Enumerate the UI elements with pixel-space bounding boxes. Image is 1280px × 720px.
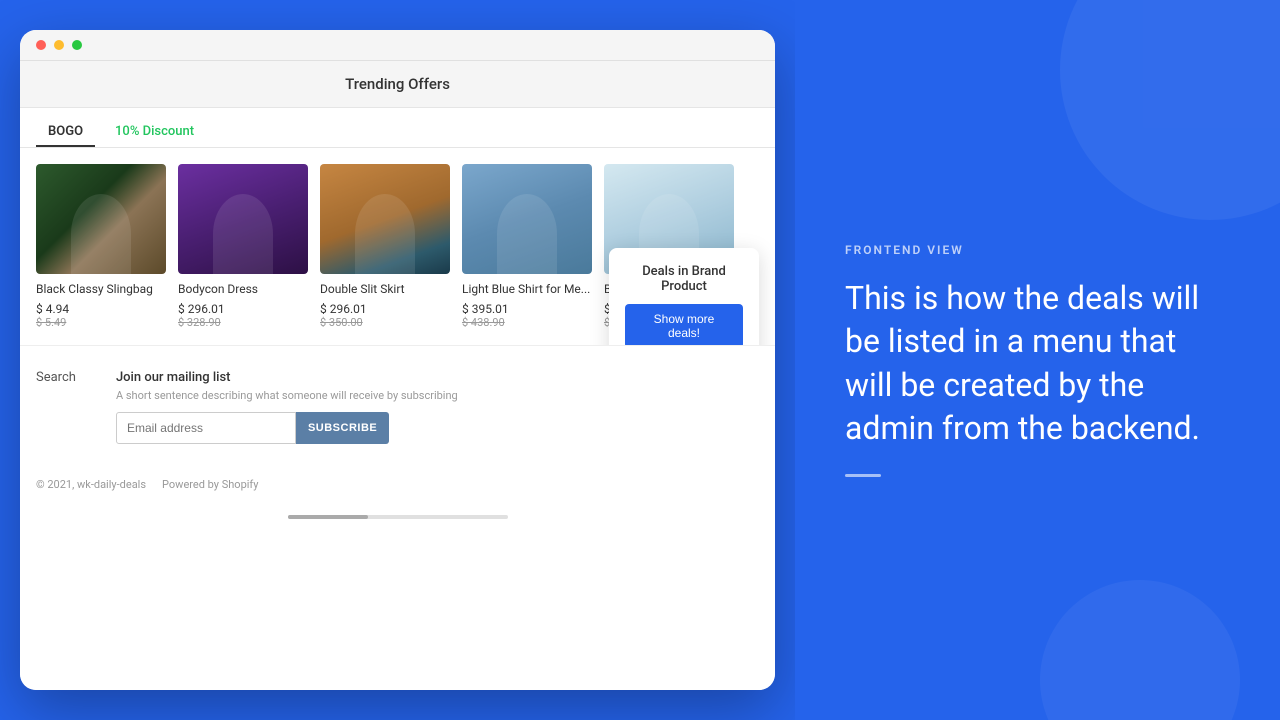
- product-image-2: [178, 164, 308, 274]
- product-image-4: [462, 164, 592, 274]
- tab-bogo[interactable]: BOGO: [36, 118, 95, 147]
- product-name-1: Black Classy Slingbag: [36, 282, 166, 298]
- scroll-indicator: [20, 507, 775, 527]
- popup-card-title: Deals in Brand Product: [625, 264, 743, 294]
- footer-bottom: © 2021, wk-daily-deals Powered by Shopif…: [20, 468, 775, 507]
- product-original-price-4: $ 438.90: [462, 316, 592, 329]
- product-image-3: [320, 164, 450, 274]
- copyright-text: © 2021, wk-daily-deals: [36, 478, 146, 491]
- powered-by-text: Powered by Shopify: [162, 478, 258, 491]
- email-input[interactable]: [116, 412, 296, 444]
- footer-mailing: Join our mailing list A short sentence d…: [116, 370, 759, 444]
- product-price-3: $ 296.01: [320, 302, 450, 316]
- frontend-view-label: FRONTEND VIEW: [845, 243, 1230, 257]
- product-price-1: $ 4.94: [36, 302, 166, 316]
- product-name-4: Light Blue Shirt for Me...: [462, 282, 592, 298]
- product-name-2: Bodycon Dress: [178, 282, 308, 298]
- show-more-deals-button[interactable]: Show more deals!: [625, 304, 743, 345]
- minimize-dot: [54, 40, 64, 50]
- product-card-1[interactable]: Black Classy Slingbag $ 4.94 $ 5.49: [36, 164, 166, 329]
- product-card-3[interactable]: Double Slit Skirt $ 296.01 $ 350.00: [320, 164, 450, 329]
- footer-section: Search Join our mailing list A short sen…: [20, 345, 775, 468]
- maximize-dot: [72, 40, 82, 50]
- popup-card: Deals in Brand Product Show more deals!: [609, 248, 759, 345]
- product-price-2: $ 296.01: [178, 302, 308, 316]
- trending-offers-title: Trending Offers: [345, 75, 450, 93]
- tabs-row: BOGO 10% Discount: [20, 108, 775, 148]
- browser-content: Trending Offers BOGO 10% Discount Black …: [20, 61, 775, 690]
- close-dot: [36, 40, 46, 50]
- scroll-thumb: [288, 515, 368, 519]
- product-image-1: [36, 164, 166, 274]
- product-card-4[interactable]: Light Blue Shirt for Me... $ 395.01 $ 43…: [462, 164, 592, 329]
- footer-search-link[interactable]: Search: [36, 370, 76, 444]
- products-area: Black Classy Slingbag $ 4.94 $ 5.49 Body…: [20, 148, 775, 527]
- products-row-wrapper: Black Classy Slingbag $ 4.94 $ 5.49 Body…: [20, 148, 775, 345]
- accent-line: [845, 474, 881, 477]
- main-description: This is how the deals will be listed in …: [845, 277, 1230, 450]
- email-subscribe-row: SUBSCRIBE: [116, 412, 759, 444]
- subscribe-button[interactable]: SUBSCRIBE: [296, 412, 389, 444]
- scroll-track: [288, 515, 508, 519]
- product-original-price-3: $ 350.00: [320, 316, 450, 329]
- mailing-description: A short sentence describing what someone…: [116, 389, 759, 402]
- product-card-2[interactable]: Bodycon Dress $ 296.01 $ 328.90: [178, 164, 308, 329]
- browser-window: Trending Offers BOGO 10% Discount Black …: [20, 30, 775, 690]
- product-price-4: $ 395.01: [462, 302, 592, 316]
- mailing-title: Join our mailing list: [116, 370, 759, 385]
- left-panel: Trending Offers BOGO 10% Discount Black …: [0, 0, 795, 720]
- tab-discount[interactable]: 10% Discount: [103, 118, 206, 147]
- product-original-price-1: $ 5.49: [36, 316, 166, 329]
- product-original-price-2: $ 328.90: [178, 316, 308, 329]
- product-name-3: Double Slit Skirt: [320, 282, 450, 298]
- right-panel: FRONTEND VIEW This is how the deals will…: [795, 0, 1280, 720]
- browser-chrome: [20, 30, 775, 61]
- trending-offers-header: Trending Offers: [20, 61, 775, 108]
